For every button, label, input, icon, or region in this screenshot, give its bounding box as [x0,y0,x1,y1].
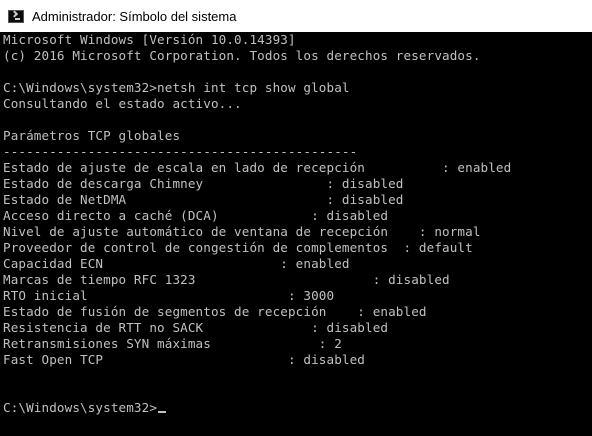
console-line: (c) 2016 Microsoft Corporation. Todos lo… [3,48,481,63]
window-title: Administrador: Símbolo del sistema [32,8,237,24]
console-line: Marcas de tiempo RFC 1323 : disabled [3,272,450,287]
console-line: ----------------------------------------… [3,144,358,159]
text-cursor [158,411,167,413]
console-line: Fast Open TCP : disabled [3,352,365,367]
console-line: Retransmisiones SYN máximas : 2 [3,336,342,351]
console-line: Resistencia de RTT no SACK : disabled [3,320,389,335]
console-line: Estado de ajuste de escala en lado de re… [3,160,512,175]
console-line: Proveedor de control de congestión de co… [3,240,473,255]
console-line: C:\Windows\system32>netsh int tcp show g… [3,80,350,95]
console-line: Microsoft Windows [Versión 10.0.14393] [3,32,296,47]
console-line: Estado de descarga Chimney : disabled [3,176,404,191]
console-line: Acceso directo a caché (DCA) : disabled [3,208,389,223]
console-line: Consultando el estado activo... [3,96,242,111]
console-line: Estado de fusión de segmentos de recepci… [3,304,427,319]
prompt-text: C:\Windows\system32> [3,400,158,415]
prompt-line[interactable]: C:\Windows\system32> [3,400,592,416]
console-line: Estado de NetDMA : disabled [3,192,404,207]
console-line: Parámetros TCP globales [3,128,181,143]
title-bar[interactable]: Administrador: Símbolo del sistema [0,0,592,32]
console-output[interactable]: Microsoft Windows [Versión 10.0.14393] (… [3,32,592,436]
console-line: Nivel de ajuste automático de ventana de… [3,224,481,239]
console-line: RTO inicial : 3000 [3,288,335,303]
console-app-icon [8,9,24,23]
console-line: Capacidad ECN : enabled [3,256,350,271]
